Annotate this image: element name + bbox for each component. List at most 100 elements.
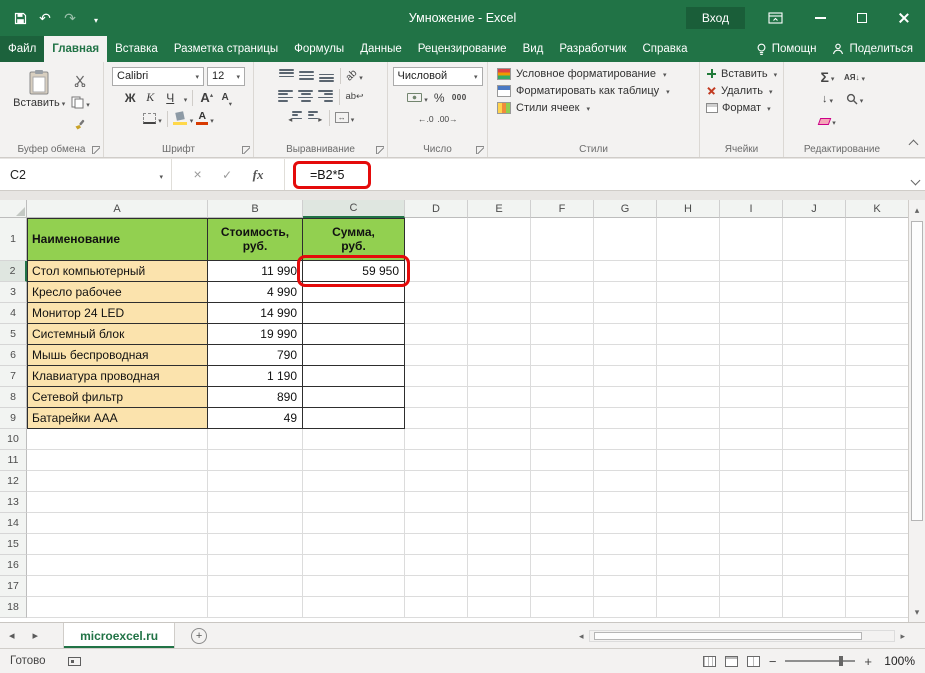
formula-input[interactable]: =B2*5: [286, 159, 901, 190]
cell-G17[interactable]: [594, 576, 657, 597]
cell-A1[interactable]: Наименование: [27, 218, 208, 261]
cell-A14[interactable]: [27, 513, 208, 534]
cell-J11[interactable]: [783, 450, 846, 471]
view-page-layout-button[interactable]: [725, 656, 738, 667]
wrap-text-button[interactable]: ab: [345, 88, 363, 106]
cell-F17[interactable]: [531, 576, 594, 597]
cell-C3[interactable]: [303, 282, 405, 303]
cell-J7[interactable]: [783, 366, 846, 387]
cell-A10[interactable]: [27, 429, 208, 450]
cell-K17[interactable]: [846, 576, 908, 597]
cell-F1[interactable]: [531, 218, 594, 261]
fill-button[interactable]: ↓: [819, 90, 836, 108]
cell-D5[interactable]: [405, 324, 468, 345]
assistant-button[interactable]: Помощн: [756, 43, 817, 56]
cell-C8[interactable]: [303, 387, 405, 408]
increase-font-button[interactable]: А: [198, 89, 215, 107]
cell-F11[interactable]: [531, 450, 594, 471]
zoom-slider-thumb[interactable]: [839, 656, 843, 666]
cell-J17[interactable]: [783, 576, 846, 597]
redo-button[interactable]: ↷: [62, 9, 78, 27]
zoom-out-button[interactable]: [769, 654, 777, 669]
cell-F12[interactable]: [531, 471, 594, 492]
cell-B5[interactable]: 19 990: [208, 324, 303, 345]
cell-I4[interactable]: [720, 303, 783, 324]
column-header-J[interactable]: J: [783, 200, 846, 218]
cell-E17[interactable]: [468, 576, 531, 597]
sheet-tab-active[interactable]: microexcel.ru: [63, 623, 175, 648]
cell-C14[interactable]: [303, 513, 405, 534]
insert-cells-button[interactable]: Вставить: [706, 68, 777, 80]
cell-F4[interactable]: [531, 303, 594, 324]
cell-B15[interactable]: [208, 534, 303, 555]
cell-F2[interactable]: [531, 261, 594, 282]
cell-E12[interactable]: [468, 471, 531, 492]
row-header-8[interactable]: 8: [0, 387, 27, 408]
row-header-1[interactable]: 1: [0, 218, 27, 261]
cell-K12[interactable]: [846, 471, 908, 492]
cell-C1[interactable]: Сумма, руб.: [303, 218, 405, 261]
cell-G7[interactable]: [594, 366, 657, 387]
cell-D10[interactable]: [405, 429, 468, 450]
cell-I1[interactable]: [720, 218, 783, 261]
cell-H1[interactable]: [657, 218, 720, 261]
cell-F10[interactable]: [531, 429, 594, 450]
scroll-left-icon[interactable]: [577, 631, 586, 642]
cell-B3[interactable]: 4 990: [208, 282, 303, 303]
cell-I5[interactable]: [720, 324, 783, 345]
collapse-ribbon-button[interactable]: [910, 135, 917, 153]
vertical-scrollbar[interactable]: [908, 200, 925, 622]
cell-B13[interactable]: [208, 492, 303, 513]
paste-button[interactable]: Вставить: [13, 67, 65, 109]
cell-B9[interactable]: 49: [208, 408, 303, 429]
cell-G1[interactable]: [594, 218, 657, 261]
cell-K18[interactable]: [846, 597, 908, 618]
cell-E1[interactable]: [468, 218, 531, 261]
cell-D6[interactable]: [405, 345, 468, 366]
cell-styles-button[interactable]: Стили ячеек: [490, 102, 697, 114]
autosum-button[interactable]: Σ: [819, 68, 836, 86]
add-sheet-button[interactable]: [191, 628, 207, 644]
row-header-14[interactable]: 14: [0, 513, 27, 534]
cell-H12[interactable]: [657, 471, 720, 492]
save-button[interactable]: [12, 9, 28, 27]
enter-entry-button[interactable]: [222, 166, 232, 184]
column-header-D[interactable]: D: [405, 200, 468, 218]
cell-D18[interactable]: [405, 597, 468, 618]
minimize-button[interactable]: [799, 0, 841, 36]
cell-B14[interactable]: [208, 513, 303, 534]
cell-E9[interactable]: [468, 408, 531, 429]
column-header-B[interactable]: B: [208, 200, 303, 218]
share-button[interactable]: Поделиться: [832, 43, 913, 55]
cell-K6[interactable]: [846, 345, 908, 366]
number-format-select[interactable]: Числовой: [393, 67, 483, 86]
cell-D15[interactable]: [405, 534, 468, 555]
cell-K9[interactable]: [846, 408, 908, 429]
scroll-up-icon[interactable]: [915, 200, 920, 218]
cell-K13[interactable]: [846, 492, 908, 513]
macro-record-icon[interactable]: [68, 657, 81, 666]
ribbon-tab-данные[interactable]: Данные: [352, 36, 410, 62]
cell-G11[interactable]: [594, 450, 657, 471]
column-header-F[interactable]: F: [531, 200, 594, 218]
cell-A6[interactable]: Мышь беспроводная: [27, 345, 208, 366]
font-family-select[interactable]: Calibri: [112, 67, 204, 86]
cell-I10[interactable]: [720, 429, 783, 450]
cell-D14[interactable]: [405, 513, 468, 534]
cell-K16[interactable]: [846, 555, 908, 576]
name-box[interactable]: C2: [0, 159, 172, 190]
ribbon-tab-разметка-страницы[interactable]: Разметка страницы: [166, 36, 286, 62]
cell-G10[interactable]: [594, 429, 657, 450]
cell-A18[interactable]: [27, 597, 208, 618]
cell-E5[interactable]: [468, 324, 531, 345]
orientation-button[interactable]: ab: [346, 67, 363, 85]
cell-A15[interactable]: [27, 534, 208, 555]
cell-I12[interactable]: [720, 471, 783, 492]
cell-H2[interactable]: [657, 261, 720, 282]
cell-H10[interactable]: [657, 429, 720, 450]
find-select-button[interactable]: [844, 90, 865, 108]
cell-B2[interactable]: 11 990: [208, 261, 303, 282]
decrease-indent-button[interactable]: [287, 109, 304, 127]
cell-E7[interactable]: [468, 366, 531, 387]
row-header-5[interactable]: 5: [0, 324, 27, 345]
